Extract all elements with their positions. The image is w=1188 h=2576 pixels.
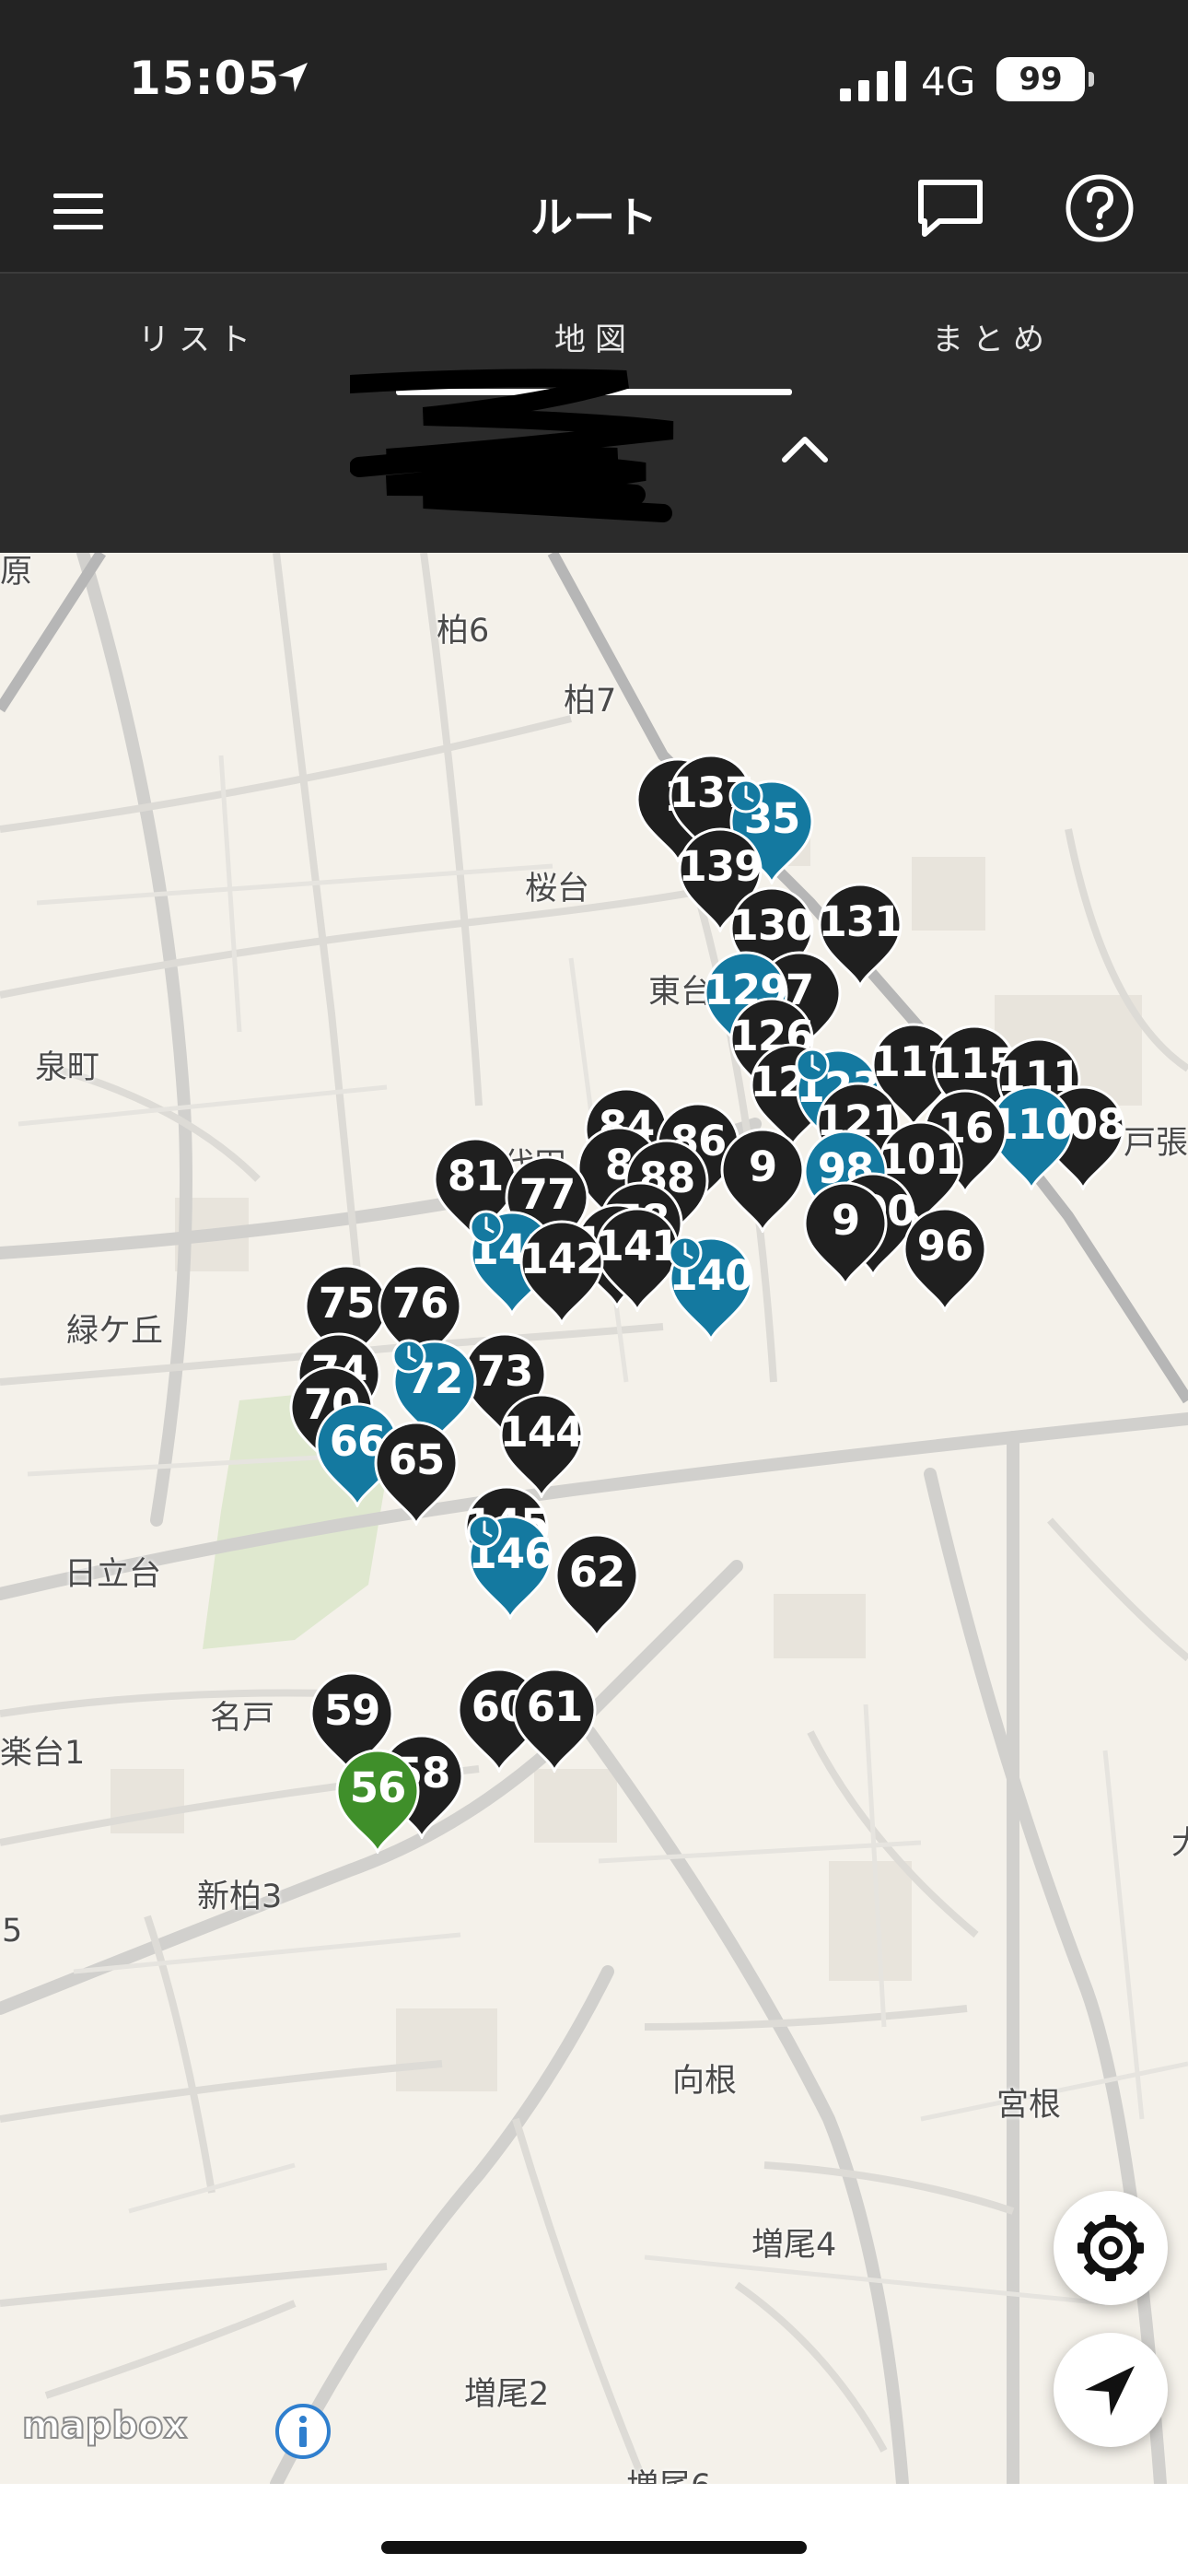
place-label: 楽台1 <box>0 1735 86 1772</box>
status-time: 15:05 <box>129 52 281 105</box>
stop-number: 61 <box>526 1682 584 1731</box>
tab-summary[interactable]: まとめ <box>932 314 1054 359</box>
battery-icon: 99 <box>996 57 1085 101</box>
stop-number: 144 <box>499 1408 585 1457</box>
place-label: 泉町 <box>35 1049 100 1086</box>
place-label: 柏6 <box>437 613 490 650</box>
home-indicator <box>381 2541 807 2554</box>
place-label: 緑ケ丘 <box>66 1313 164 1350</box>
stop-number: 56 <box>349 1763 407 1812</box>
status-bar: 15:05 4G 99 <box>0 0 1188 157</box>
navigation-arrow-icon <box>1085 2366 1135 2416</box>
place-label: 桜台 <box>525 871 590 907</box>
stop-marker[interactable]: 142 <box>518 1218 606 1325</box>
stop-marker[interactable]: 61 <box>510 1666 599 1773</box>
location-arrow-icon <box>278 63 308 92</box>
bottom-safe-area <box>0 2484 1188 2576</box>
tab-list[interactable]: リスト <box>138 314 260 359</box>
network-type: 4G <box>921 59 976 104</box>
stop-number: 131 <box>818 897 903 946</box>
stop-number: 96 <box>916 1222 974 1270</box>
page-title: ルート <box>530 193 658 242</box>
stop-marker[interactable]: 146 <box>466 1513 554 1620</box>
stop-number: 59 <box>323 1686 381 1735</box>
stop-marker[interactable]: 144 <box>497 1391 586 1498</box>
stop-number: 9 <box>748 1142 777 1191</box>
place-label: 宮根 <box>996 2087 1062 2124</box>
place-label: 向根 <box>672 2063 738 2100</box>
stop-marker[interactable]: 62 <box>553 1531 641 1638</box>
stop-marker[interactable]: 56 <box>333 1747 422 1854</box>
redacted-route-name <box>350 369 674 522</box>
stop-number: 9 <box>831 1196 860 1245</box>
mapbox-logo: mapbox <box>21 2404 188 2448</box>
place-label: 増尾6 <box>626 2460 711 2484</box>
clock-icon <box>467 1514 502 1549</box>
info-icon[interactable] <box>274 2403 332 2460</box>
stop-marker[interactable]: 9 <box>801 1179 890 1286</box>
clock-icon <box>795 1048 830 1083</box>
help-icon[interactable] <box>1065 173 1135 243</box>
place-label: 増尾4 <box>751 2227 837 2264</box>
tab-bar: リスト 地図 まとめ <box>0 274 1188 553</box>
battery-tip <box>1089 72 1094 87</box>
map-settings-button[interactable] <box>1054 2191 1168 2305</box>
stop-number: 142 <box>519 1235 605 1283</box>
tab-map[interactable]: 地図 <box>554 314 635 359</box>
place-label: 新柏3 <box>197 1879 283 1915</box>
map-view[interactable]: 柏6 柏7 桜台 東台 泉町 千代田 弥生 戸張 緑ケ丘 日立台 名戸 楽台1 … <box>0 553 1188 2484</box>
place-label: 5 <box>2 1913 23 1950</box>
stop-number: 62 <box>568 1548 626 1597</box>
place-label: 大 <box>1171 1825 1188 1862</box>
map-roads <box>0 553 1188 2484</box>
stop-number: 130 <box>729 901 815 950</box>
place-label: 原 <box>0 554 33 591</box>
place-label: 柏7 <box>564 683 617 720</box>
chat-icon[interactable] <box>915 177 985 241</box>
stop-marker[interactable]: 140 <box>667 1235 755 1341</box>
stop-number: 76 <box>391 1279 449 1328</box>
clock-icon <box>668 1235 703 1270</box>
gear-icon <box>1077 2215 1144 2281</box>
place-label: 日立台 <box>64 1556 162 1593</box>
place-label: 名戸 <box>210 1700 275 1737</box>
place-label: 増尾2 <box>464 2376 550 2413</box>
chevron-up-icon[interactable] <box>781 432 829 465</box>
nav-bar: ルート <box>0 157 1188 274</box>
clock-icon <box>469 1210 504 1245</box>
recenter-location-button[interactable] <box>1054 2333 1168 2447</box>
clock-icon <box>391 1339 426 1374</box>
signal-icon <box>840 61 906 101</box>
stop-number: 65 <box>388 1435 446 1484</box>
place-label: 戸張 <box>1124 1125 1188 1162</box>
clock-icon <box>728 779 763 814</box>
stop-marker[interactable]: 96 <box>901 1205 989 1312</box>
stop-marker[interactable]: 65 <box>372 1419 460 1526</box>
stop-marker[interactable]: 9 <box>718 1126 807 1233</box>
